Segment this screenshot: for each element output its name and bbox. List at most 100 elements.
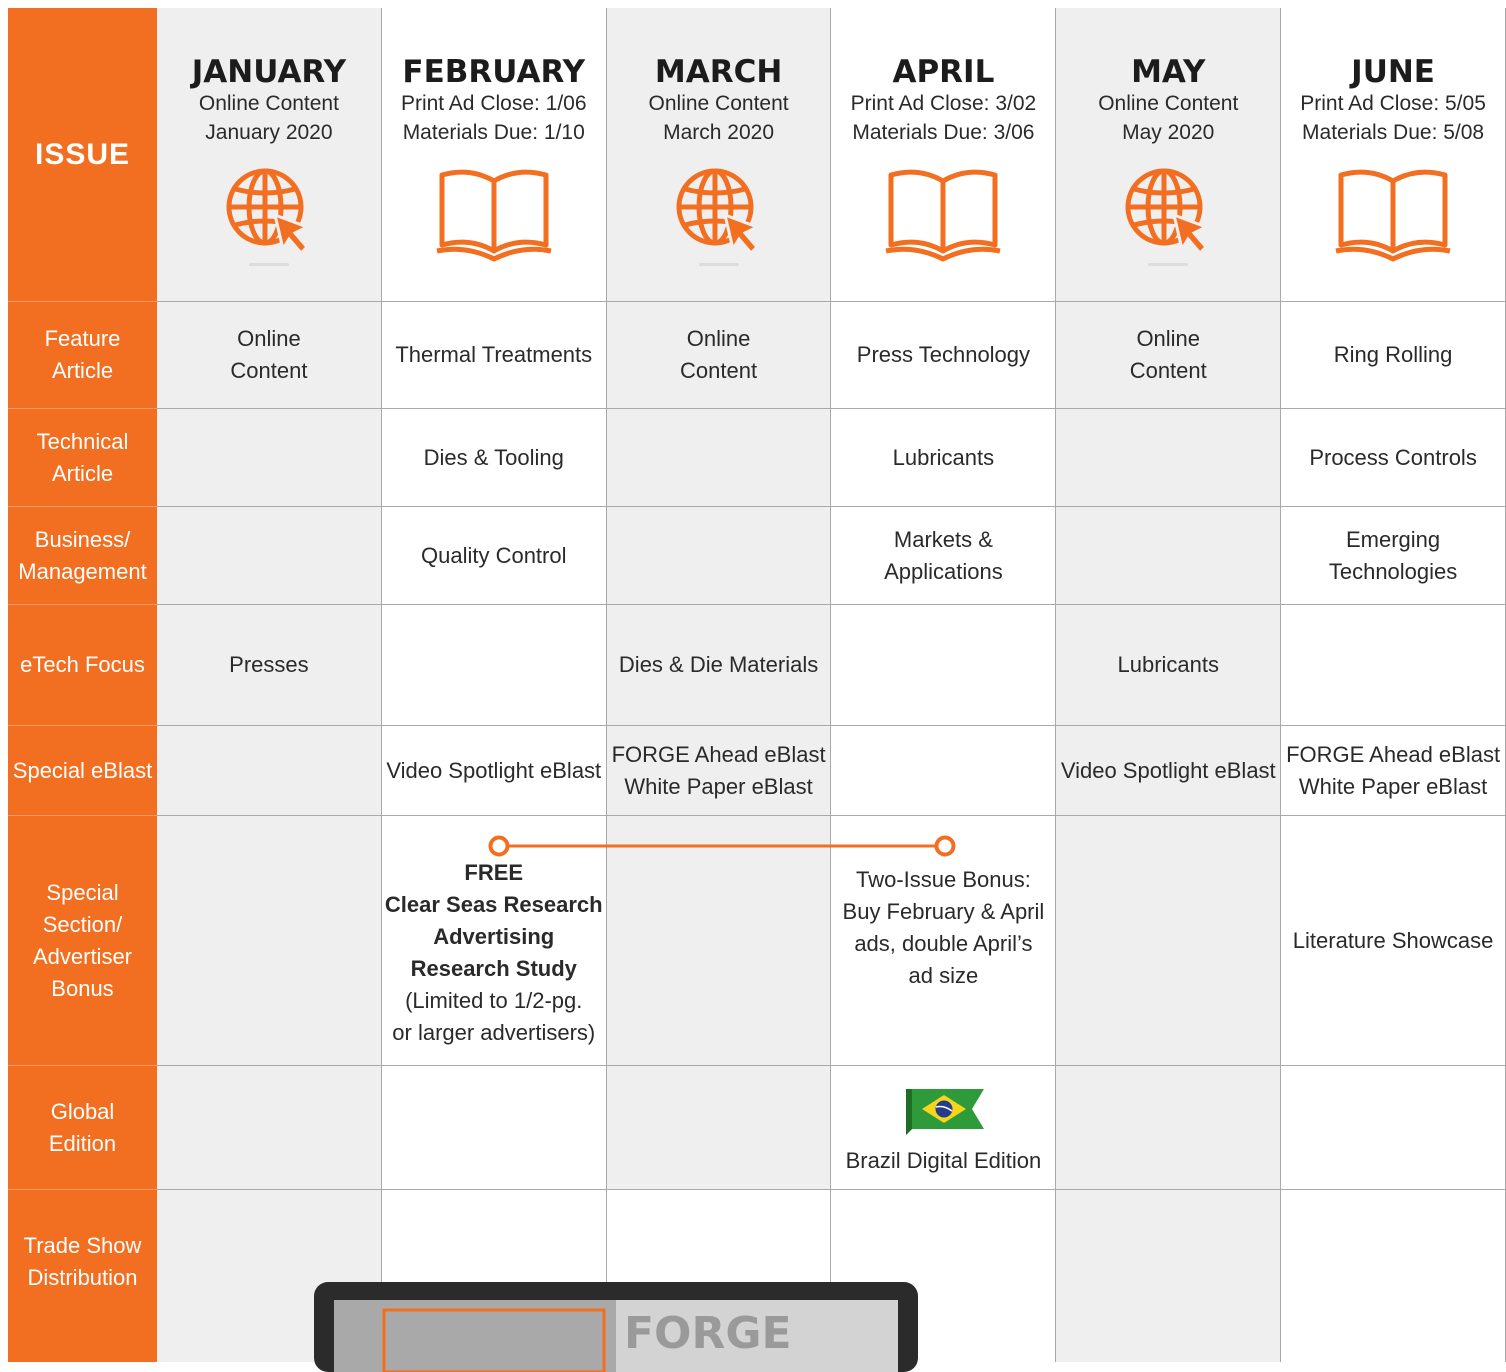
cell-text: Clear Seas Research xyxy=(384,891,603,917)
brazil-flag-icon xyxy=(906,1088,985,1135)
month-line2: Materials Due: 3/06 xyxy=(852,121,1035,144)
cell-text: Content xyxy=(230,358,308,383)
cell-business-may xyxy=(1056,507,1282,605)
month-name: FEBRUARY xyxy=(402,54,586,90)
label-line: Business/ xyxy=(34,526,131,552)
cell-business-apr: Markets & Applications xyxy=(831,507,1057,605)
cell-technical-jan xyxy=(157,409,382,507)
label-line: Special eBlast xyxy=(12,757,153,783)
cell-text: Dies & Die Materials xyxy=(618,652,819,677)
label-line: Advertiser xyxy=(32,943,133,969)
cell-feature-apr: Press Technology xyxy=(831,302,1057,409)
row-label-special-eblast: Special eBlast xyxy=(8,726,157,816)
month-line2: January 2020 xyxy=(205,121,333,144)
row-label-trade-show: Trade Show Distribution xyxy=(8,1190,157,1362)
cell-eblast-feb: Video Spotlight eBlast xyxy=(381,726,607,816)
cell-text: Brazil Digital Edition xyxy=(845,1147,1042,1173)
cell-feature-feb: Thermal Treatments xyxy=(381,302,607,409)
icon-shadow xyxy=(698,263,739,266)
cell-business-mar xyxy=(606,507,832,605)
month-line2: March 2020 xyxy=(663,121,775,144)
cell-technical-may xyxy=(1056,409,1282,507)
cell-text: Dies & Tooling xyxy=(423,444,564,470)
cell-text: Thermal Treatments xyxy=(395,342,593,367)
cell-text: FREE xyxy=(464,859,524,885)
open-book-icon xyxy=(885,169,1001,262)
cell-technical-mar xyxy=(606,409,832,507)
open-book-icon xyxy=(436,169,552,262)
cell-special-jan xyxy=(157,816,382,1066)
month-line1: Print Ad Close: 1/06 xyxy=(400,92,587,115)
cell-text: Press Technology xyxy=(856,342,1031,367)
cell-feature-may: Online Content xyxy=(1056,302,1282,409)
label-line: Technical xyxy=(36,428,129,454)
label-line: Global xyxy=(50,1098,115,1124)
cell-text: Two-Issue Bonus: xyxy=(855,867,1031,892)
cell-eblast-apr xyxy=(831,726,1057,816)
cell-text: Content xyxy=(1129,358,1207,383)
cell-text: Lubricants xyxy=(1117,652,1219,677)
cell-text: (Limited to 1/2-pg. xyxy=(405,987,583,1013)
cell-eblast-jun: FORGE Ahead eBlast White Paper eBlast xyxy=(1281,726,1506,816)
forge-logo-text: FORGE xyxy=(624,1308,792,1359)
month-header-february: FEBRUARY Print Ad Close: 1/06 Materials … xyxy=(381,8,607,302)
month-line2: May 2020 xyxy=(1122,121,1215,144)
label-line: eTech Focus xyxy=(20,652,145,677)
month-name: MAY xyxy=(1131,54,1206,90)
cell-etech-feb xyxy=(381,605,607,726)
month-line2: Materials Due: 5/08 xyxy=(1302,121,1485,144)
cell-text: Video Spotlight eBlast xyxy=(1060,757,1276,783)
month-line2: Materials Due: 1/10 xyxy=(402,121,585,144)
cell-text: Online xyxy=(686,326,751,351)
cell-text: Process Controls xyxy=(1309,444,1477,470)
cell-global-mar xyxy=(606,1066,832,1190)
month-name: APRIL xyxy=(892,54,995,90)
cell-text: Content xyxy=(680,358,758,383)
cell-special-may xyxy=(1056,816,1282,1066)
label-line: Management xyxy=(18,558,147,584)
label-line: Edition xyxy=(48,1130,117,1156)
cell-special-jun: Literature Showcase xyxy=(1281,816,1506,1066)
cell-feature-jan: Online Content xyxy=(157,302,382,409)
cell-eblast-may: Video Spotlight eBlast xyxy=(1056,726,1282,816)
cell-text: FORGE Ahead eBlast xyxy=(1286,741,1501,767)
cell-business-feb: Quality Control xyxy=(381,507,607,605)
row-label-business-management: Business/ Management xyxy=(8,507,157,605)
cell-text: Quality Control xyxy=(420,542,567,568)
cell-tradeshow-jun xyxy=(1281,1190,1506,1362)
cell-etech-apr xyxy=(831,605,1057,726)
label-line: Article xyxy=(51,358,114,383)
month-header-january: JANUARY Online Content January 2020 xyxy=(157,8,382,302)
cell-text: ads, double April’s xyxy=(854,931,1033,956)
icon-shadow xyxy=(248,263,289,266)
row-label-technical-article: Technical Article xyxy=(8,409,157,507)
cell-business-jan xyxy=(157,507,382,605)
cell-text: Technologies xyxy=(1328,558,1458,584)
cell-text: Buy February & April xyxy=(842,899,1045,924)
month-line1: Online Content xyxy=(1098,92,1239,115)
month-line1: Online Content xyxy=(198,92,339,115)
cell-text: Advertising xyxy=(433,923,555,949)
month-name: MARCH xyxy=(654,54,783,90)
cell-global-feb xyxy=(381,1066,607,1190)
month-header-april: APRIL Print Ad Close: 3/02 Materials Due… xyxy=(831,8,1057,302)
globe-cursor-icon xyxy=(1125,168,1210,256)
cell-text: Video Spotlight eBlast xyxy=(386,757,602,783)
forge-magazine-monitor-icon: FORGE xyxy=(314,1282,918,1372)
globe-cursor-icon xyxy=(676,168,761,256)
row-label-special-section: Special Section/ Advertiser Bonus xyxy=(8,816,157,1066)
cell-feature-jun: Ring Rolling xyxy=(1281,302,1506,409)
cell-text: White Paper eBlast xyxy=(624,773,813,799)
cell-tradeshow-may xyxy=(1056,1190,1282,1362)
row-label-global-edition: Global Edition xyxy=(8,1066,157,1190)
cell-etech-jun xyxy=(1281,605,1506,726)
label-line: Trade Show xyxy=(23,1233,142,1258)
month-name: JANUARY xyxy=(191,54,347,90)
cell-text: Emerging xyxy=(1345,526,1441,552)
icon-shadow xyxy=(1148,263,1189,266)
cell-text: FORGE Ahead eBlast xyxy=(611,741,826,767)
month-header-march: MARCH Online Content March 2020 xyxy=(606,8,832,302)
two-issue-connector-icon xyxy=(488,835,956,857)
label-line: Special xyxy=(46,879,119,905)
cell-text: Markets & xyxy=(893,526,993,552)
